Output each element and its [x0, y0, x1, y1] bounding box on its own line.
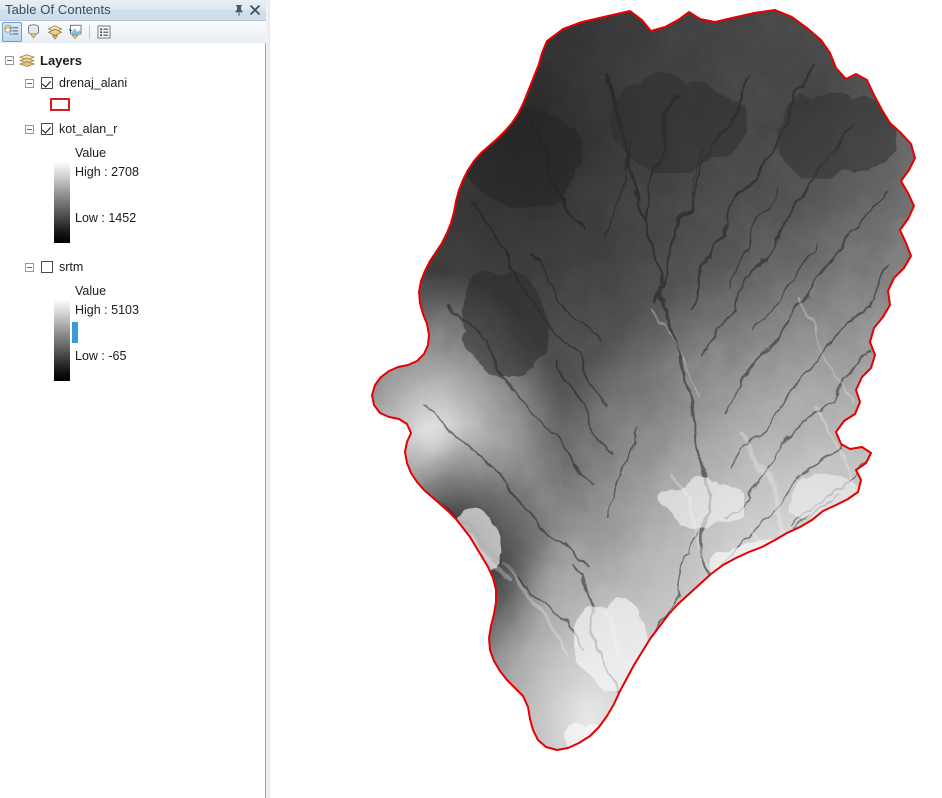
expander-layers[interactable]: [5, 56, 14, 65]
map-canvas[interactable]: [270, 0, 942, 798]
close-glyph: [250, 5, 260, 15]
pin-icon[interactable]: [232, 3, 246, 17]
pin-glyph: [235, 5, 243, 16]
tree-label-layers: Layers: [40, 53, 82, 68]
expander-drenaj-alani[interactable]: [25, 79, 34, 88]
checkbox-srtm[interactable]: [41, 261, 53, 273]
list-by-selection-icon[interactable]: [66, 22, 86, 42]
list-by-source-icon[interactable]: [24, 22, 44, 42]
polygon-symbol-swatch[interactable]: [50, 98, 70, 111]
panel-titlebar: Table Of Contents: [0, 0, 266, 21]
layer-stack-icon: [19, 54, 35, 67]
selection-glyph: [69, 24, 82, 40]
expander-srtm[interactable]: [25, 263, 34, 272]
options-glyph: [97, 25, 111, 39]
color-ramp-srtm[interactable]: [54, 299, 70, 381]
toc-toolbar: [0, 21, 266, 44]
color-ramp-kot-alan-r[interactable]: [54, 161, 70, 243]
legend-value-label-kot-alan-r: Value: [75, 146, 107, 160]
drawing-order-glyph: [4, 24, 18, 35]
ramp-selection-highlight-srtm[interactable]: [72, 322, 78, 343]
legend-value-label-srtm: Value: [75, 284, 107, 298]
options-icon[interactable]: [94, 22, 114, 42]
layer-tree: Layers drenaj_alani kot_alan_r Value Hig…: [0, 43, 266, 798]
map-svg: [270, 0, 942, 798]
legend-high-label-srtm: High : 5103: [75, 303, 139, 317]
visibility-glyph: [47, 25, 63, 40]
legend-low-label-kot-alan-r: Low : 1452: [75, 211, 137, 225]
table-of-contents-panel: Table Of Contents Layers drenaj_alani ko…: [0, 0, 266, 798]
legend-low-label-srtm: Low : -65: [75, 349, 127, 363]
tree-label-kot-alan-r: kot_alan_r: [59, 122, 118, 136]
checkbox-drenaj-alani[interactable]: [41, 77, 53, 89]
list-by-drawing-order-icon[interactable]: [2, 22, 22, 42]
tree-label-srtm: srtm: [59, 260, 84, 274]
close-icon[interactable]: [248, 3, 262, 17]
panel-title: Table Of Contents: [5, 2, 111, 17]
source-glyph: [28, 24, 39, 39]
legend-high-label-kot-alan-r: High : 2708: [75, 165, 139, 179]
list-by-visibility-icon[interactable]: [45, 22, 65, 42]
toolbar-separator: [89, 25, 90, 39]
tree-label-drenaj-alani: drenaj_alani: [59, 76, 128, 90]
checkbox-kot-alan-r[interactable]: [41, 123, 53, 135]
expander-kot-alan-r[interactable]: [25, 125, 34, 134]
